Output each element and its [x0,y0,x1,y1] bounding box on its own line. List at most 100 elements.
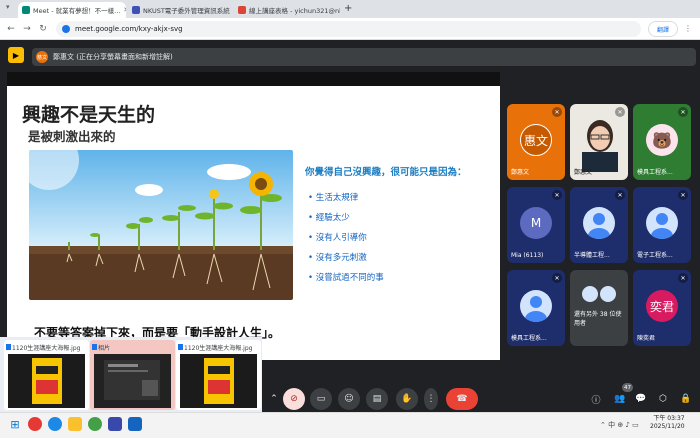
person-icon [582,286,598,302]
windows-taskbar [0,412,700,438]
present-screen-icon[interactable]: ▭ [310,388,332,410]
presenter-avatar: 慈文 [36,51,48,63]
taskbar-clock[interactable]: 下午 03:37 2025/11/20 [650,415,685,431]
new-tab-button[interactable]: + [344,3,352,14]
slide-question: 你覺得自己沒興趣，很可能只是因為： [305,167,467,178]
tab-nkust[interactable]: NKUST電子委外管理資訊系統 ✕ [128,2,232,18]
mic-off-icon: ✕ [552,273,562,283]
avatar: M [520,207,552,239]
default-person-icon [583,207,615,239]
mic-off-icon: ✕ [678,190,688,200]
translate-button[interactable]: 翻譯 [648,21,678,37]
poster-thumbnail [8,354,85,408]
avatar: 奕君 [646,290,678,322]
camera-off-icon[interactable]: ⊘ [283,388,305,410]
image-file-icon [178,344,183,350]
leave-call-icon[interactable]: ☎ [446,388,478,410]
emoji-icon[interactable]: ☺ [338,388,360,410]
windows-start-icon[interactable]: ⊞ [8,417,22,431]
address-input[interactable]: meet.google.com/kxy-akjx-svg [56,21,641,37]
file-explorer-icon[interactable] [68,417,82,431]
captions-icon[interactable]: ▤ [366,388,388,410]
participant-tile[interactable]: ✕ 半導體工程... [570,187,628,263]
tab-label: Meet - 就業有夢想！不一樣... [33,7,121,15]
mic-off-icon: ✕ [678,107,688,117]
clock-date: 2025/11/20 [650,423,685,430]
slide-bullet: 沒嘗試過不同的事 [308,268,384,288]
participant-tile[interactable]: ✕ 鄭惠文 [570,104,628,180]
participant-tile[interactable]: 🐻 ✕ 模具工程系... [633,104,691,180]
plant-growth-illustration [29,150,293,300]
close-icon[interactable]: ✕ [230,6,232,14]
participant-name: 模具工程系... [511,335,547,342]
meet-favicon-icon [22,6,30,14]
tab-meet[interactable]: Meet - 就業有夢想！不一樣... ✕ [18,2,126,18]
slide-subtitle: 是被刺激出來的 [28,129,116,144]
slide-bullet: 沒有人引導你 [308,228,384,248]
presenter-banner: 慈文 鄭惠文 (正在分享螢幕畫面和新增註解) [32,48,696,66]
tab-search-icon[interactable]: ▾ [6,3,16,13]
system-tray-icons[interactable]: ⌃ 中 ⊕ ♪ ▭ [600,420,639,430]
forward-icon[interactable]: → [20,22,34,36]
participant-tile[interactable]: M ✕ Mia (6113) [507,187,565,263]
participant-name: 陳奕君 [637,335,656,342]
mic-off-icon: ✕ [552,190,562,200]
participant-count-badge: 47 [622,383,633,392]
download-item[interactable]: 1120生涯講座大海報.jpg [4,340,89,410]
chrome-profile-icon[interactable] [88,417,102,431]
participant-tile[interactable]: 惠文 ✕ 鄭惠文 [507,104,565,180]
word-icon[interactable] [108,417,122,431]
participant-name: Mia (6113) [511,252,544,259]
outlook-icon[interactable] [128,417,142,431]
participant-name: 半導體工程... [574,252,610,259]
participant-tile[interactable]: ✕ 電子工程系... [633,187,691,263]
participant-video [582,120,618,172]
slide-bullet-list: 生活太規律 經驗太少 沒有人引導你 沒有多元刺激 沒嘗試過不同的事 [308,188,384,288]
more-options-icon[interactable]: ⋮ [424,388,438,410]
tab-label: 線上講座表格 - yichun321@nkust... [249,7,340,15]
download-item[interactable]: 相片 [90,340,175,410]
people-icon[interactable]: 👥 [612,391,628,407]
raise-hand-icon[interactable]: ✋ [396,388,418,410]
photo-thumbnail [94,354,171,408]
slide-bullet: 沒有多元刺激 [308,248,384,268]
participant-tile[interactable]: ✕ 模具工程系... [507,270,565,346]
tab-label: NKUST電子委外管理資訊系統 [143,7,230,15]
participant-name: 鄭惠文 [511,169,530,176]
participant-name: 模具工程系... [637,169,673,176]
edge-icon[interactable] [48,417,62,431]
chevron-up-icon[interactable]: ⌃ [268,388,280,410]
activities-icon[interactable]: ⬡ [655,391,671,407]
image-file-icon [92,344,97,350]
download-item[interactable]: 1120生涯講座大海報.jpg [176,340,261,410]
close-icon[interactable]: ✕ [120,6,126,14]
mail-favicon-icon [238,6,246,14]
url-text: meet.google.com/kxy-akjx-svg [75,25,183,33]
avatar: 惠文 [520,124,552,156]
clock-time: 下午 03:37 [653,415,685,422]
participant-name: 鄭惠文 [574,169,593,176]
nkust-favicon-icon [132,6,140,14]
mic-off-icon: ✕ [615,107,625,117]
menu-icon[interactable]: ⋮ [684,24,692,33]
more-participants-tile[interactable]: 還有另外 38 位使用者 [570,270,628,346]
site-info-icon[interactable] [62,25,70,33]
back-icon[interactable]: ← [4,22,18,36]
participant-name: 電子工程系... [637,252,673,259]
participant-tile[interactable]: 奕君 ✕ 陳奕君 [633,270,691,346]
chat-icon[interactable]: 💬 [633,391,649,407]
tab-form[interactable]: 線上講座表格 - yichun321@nkust... ✕ [234,2,340,18]
download-label: 1120生涯講座大海報.jpg [12,345,81,352]
slide-bullet: 經驗太少 [308,208,384,228]
slide-bullet: 生活太規律 [308,188,384,208]
reload-icon[interactable]: ↻ [36,22,50,36]
person-icon [600,286,616,302]
download-label: 相片 [98,345,111,352]
info-icon[interactable]: ⓘ [588,391,604,407]
host-controls-icon[interactable]: 🔒 [678,391,694,407]
slide-top-strip [7,72,500,86]
poster-thumbnail [180,354,257,408]
mic-off-icon: ✕ [615,190,625,200]
chrome-icon[interactable] [28,417,42,431]
default-person-icon [646,207,678,239]
